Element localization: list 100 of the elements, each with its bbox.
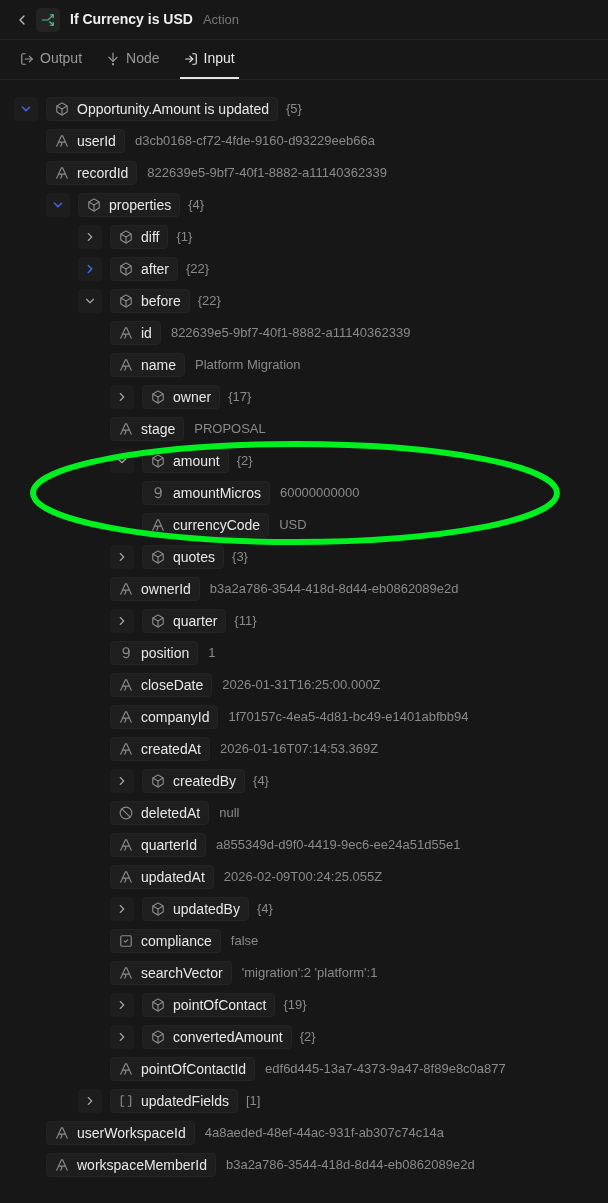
field-chip[interactable]: name <box>110 353 186 377</box>
field-value: USD <box>279 516 307 535</box>
expand-toggle[interactable] <box>78 225 102 249</box>
field-chip[interactable]: after <box>110 257 178 281</box>
field-value: 2026-02-09T00:24:25.055Z <box>223 868 383 887</box>
number-type-icon <box>119 646 133 660</box>
expand-toggle[interactable] <box>110 897 134 921</box>
field-name: updatedAt <box>141 867 205 887</box>
field-value: 4a8aeded-48ef-44ac-931f-ab307c74c14a <box>204 1124 444 1143</box>
field-name: pointOfContact <box>173 995 267 1015</box>
field-chip[interactable]: currencyCode <box>142 513 270 537</box>
field-name: quarterId <box>141 835 198 855</box>
text-type-icon <box>119 838 133 852</box>
field-chip[interactable]: userWorkspaceId <box>46 1121 195 1145</box>
text-type-icon <box>55 166 69 180</box>
field-name: properties <box>109 195 172 215</box>
cube-icon <box>87 198 101 212</box>
tab[interactable]: Input <box>179 40 239 79</box>
text-type-icon <box>119 358 133 372</box>
field-value: 60000000000 <box>279 484 360 503</box>
cube-icon <box>151 774 165 788</box>
field-chip[interactable]: quarterId <box>110 833 207 857</box>
field-chip[interactable]: id <box>110 321 161 345</box>
field-value: a855349d-d9f0-4419-9ec6-ee24a51d55e1 <box>216 836 461 855</box>
cube-icon <box>119 262 133 276</box>
field-chip[interactable]: position <box>110 641 199 665</box>
field-chip[interactable]: pointOfContact <box>142 993 276 1017</box>
expand-toggle[interactable] <box>78 1089 102 1113</box>
text-type-icon <box>55 1158 69 1172</box>
expand-toggle[interactable] <box>110 609 134 633</box>
cube-icon <box>119 294 133 308</box>
field-chip[interactable]: properties <box>78 193 181 217</box>
tab[interactable]: Output <box>16 40 87 79</box>
field-chip[interactable]: userId <box>46 129 125 153</box>
cube-icon <box>55 102 69 116</box>
item-count: {4} <box>188 196 205 215</box>
item-count: {22} <box>197 292 221 311</box>
field-name: currencyCode <box>173 515 261 535</box>
expand-toggle[interactable] <box>110 545 134 569</box>
arrow-down-icon <box>106 51 121 66</box>
item-count: {19} <box>283 996 307 1015</box>
field-chip[interactable]: convertedAmount <box>142 1025 292 1049</box>
field-chip[interactable]: updatedAt <box>110 865 214 889</box>
expand-toggle[interactable] <box>46 193 70 217</box>
field-chip[interactable]: updatedFields <box>110 1089 238 1113</box>
text-type-icon <box>119 710 133 724</box>
field-name: searchVector <box>141 963 223 983</box>
field-chip[interactable]: workspaceMemberId <box>46 1153 216 1177</box>
tab[interactable]: Node <box>102 40 164 79</box>
text-type-icon <box>151 518 165 532</box>
field-name: pointOfContactId <box>141 1059 247 1079</box>
field-chip[interactable]: companyId <box>110 705 219 729</box>
field-name: updatedBy <box>173 899 240 919</box>
field-chip[interactable]: updatedBy <box>142 897 249 921</box>
field-name: deletedAt <box>141 803 201 823</box>
field-chip[interactable]: owner <box>142 385 221 409</box>
field-name: id <box>141 323 152 343</box>
field-name: createdAt <box>141 739 201 759</box>
expand-toggle[interactable] <box>78 257 102 281</box>
field-name: diff <box>141 227 160 247</box>
field-name: workspaceMemberId <box>77 1155 207 1175</box>
field-value: b3a2a786-3544-418d-8d44-eb0862089e2d <box>209 580 459 599</box>
cube-icon <box>151 614 165 628</box>
expand-toggle[interactable] <box>14 97 38 121</box>
checkbox-icon <box>119 934 133 948</box>
expand-toggle[interactable] <box>110 993 134 1017</box>
item-count: {5} <box>285 100 302 119</box>
field-name: before <box>141 291 181 311</box>
cube-icon <box>151 1030 165 1044</box>
field-chip[interactable]: before <box>110 289 190 313</box>
null-icon <box>119 806 133 820</box>
item-count: {22} <box>186 260 210 279</box>
expand-toggle[interactable] <box>110 1025 134 1049</box>
field-chip[interactable]: pointOfContactId <box>110 1057 256 1081</box>
field-chip[interactable]: recordId <box>46 161 138 185</box>
field-name: companyId <box>141 707 210 727</box>
expand-toggle[interactable] <box>110 385 134 409</box>
field-chip[interactable]: Opportunity.Amount is updated <box>46 97 278 121</box>
field-name: userWorkspaceId <box>77 1123 186 1143</box>
field-chip[interactable]: amountMicros <box>142 481 270 505</box>
field-chip[interactable]: stage <box>110 417 185 441</box>
field-chip[interactable]: ownerId <box>110 577 200 601</box>
expand-toggle[interactable] <box>110 769 134 793</box>
field-chip[interactable]: diff <box>110 225 169 249</box>
field-chip[interactable]: deletedAt <box>110 801 210 825</box>
field-chip[interactable]: closeDate <box>110 673 213 697</box>
expand-toggle[interactable] <box>78 289 102 313</box>
brackets-icon <box>119 1094 133 1108</box>
field-chip[interactable]: compliance <box>110 929 221 953</box>
field-name: userId <box>77 131 116 151</box>
field-chip[interactable]: createdBy <box>142 769 246 793</box>
field-chip[interactable]: searchVector <box>110 961 232 985</box>
text-type-icon <box>55 134 69 148</box>
cube-icon <box>151 390 165 404</box>
field-chip[interactable]: quarter <box>142 609 227 633</box>
cube-icon <box>151 998 165 1012</box>
field-value: d3cb0168-cf72-4fde-9160-d93229eeb66a <box>134 132 375 151</box>
node-title: If Currency is USD <box>70 10 193 29</box>
field-chip[interactable]: quotes <box>142 545 225 569</box>
field-chip[interactable]: createdAt <box>110 737 210 761</box>
